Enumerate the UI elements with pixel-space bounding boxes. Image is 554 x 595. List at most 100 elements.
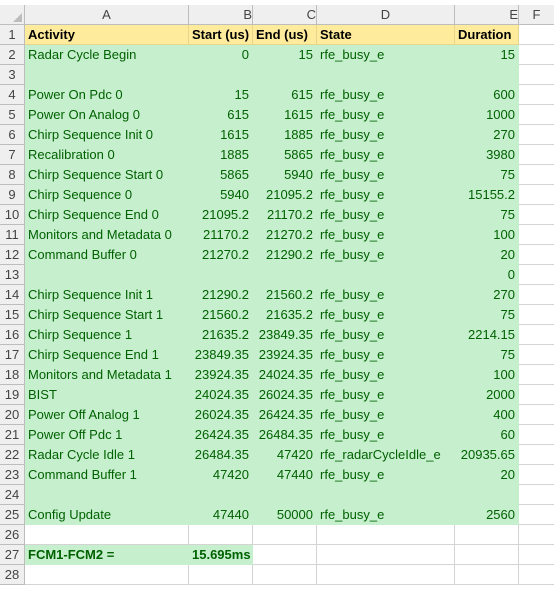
activity-cell[interactable]: Radar Cycle Idle 1 [25,445,189,465]
activity-cell[interactable]: Command Buffer 1 [25,465,189,485]
end-cell[interactable]: 26024.35 [253,385,317,405]
row-number[interactable]: 26 [0,525,25,545]
column-header-e[interactable]: E [455,5,519,25]
row-number[interactable]: 14 [0,285,25,305]
empty-cell[interactable] [455,545,519,565]
header-activity-cell[interactable]: Activity [25,25,189,45]
activity-cell[interactable]: Chirp Sequence 1 [25,325,189,345]
row-number[interactable]: 8 [0,165,25,185]
row-number[interactable]: 15 [0,305,25,325]
duration-cell[interactable]: 2000 [455,385,519,405]
empty-cell[interactable] [519,405,554,425]
state-cell[interactable]: rfe_busy_e [317,165,455,185]
end-cell[interactable]: 1615 [253,105,317,125]
start-cell[interactable]: 5865 [189,165,253,185]
empty-cell[interactable] [519,565,554,585]
end-cell[interactable]: 21635.2 [253,305,317,325]
start-cell[interactable]: 26024.35 [189,405,253,425]
end-cell[interactable]: 21560.2 [253,285,317,305]
duration-cell[interactable]: 270 [455,285,519,305]
state-cell[interactable]: rfe_busy_e [317,125,455,145]
duration-cell[interactable]: 20 [455,465,519,485]
end-cell[interactable]: 47440 [253,465,317,485]
duration-cell[interactable]: 2560 [455,505,519,525]
row-number[interactable]: 1 [0,25,25,45]
end-cell[interactable]: 23924.35 [253,345,317,365]
start-cell[interactable]: 23924.35 [189,365,253,385]
state-cell[interactable]: rfe_busy_e [317,345,455,365]
row-number[interactable]: 17 [0,345,25,365]
activity-cell[interactable]: Chirp Sequence Start 1 [25,305,189,325]
end-cell[interactable]: 1885 [253,125,317,145]
end-cell[interactable]: 23849.35 [253,325,317,345]
row-number[interactable]: 2 [0,45,25,65]
empty-cell[interactable] [519,65,554,85]
duration-cell[interactable]: 600 [455,85,519,105]
column-header-a[interactable]: A [25,5,189,25]
state-cell[interactable]: rfe_busy_e [317,105,455,125]
empty-cell[interactable] [519,205,554,225]
activity-cell[interactable]: Power On Pdc 0 [25,85,189,105]
state-cell[interactable]: rfe_busy_e [317,145,455,165]
activity-cell[interactable]: Monitors and Metadata 0 [25,225,189,245]
start-cell[interactable]: 21560.2 [189,305,253,325]
empty-cell[interactable] [519,125,554,145]
end-cell[interactable]: 21290.2 [253,245,317,265]
empty-cell[interactable] [519,105,554,125]
empty-cell[interactable] [253,525,317,545]
row-number[interactable]: 28 [0,565,25,585]
activity-cell[interactable]: Power Off Pdc 1 [25,425,189,445]
row-number[interactable]: 20 [0,405,25,425]
empty-cell[interactable] [25,565,189,585]
end-cell[interactable]: 26484.35 [253,425,317,445]
state-cell[interactable]: rfe_busy_e [317,185,455,205]
activity-cell[interactable]: Command Buffer 0 [25,245,189,265]
end-cell[interactable] [253,485,317,505]
activity-cell[interactable]: Chirp Sequence Init 0 [25,125,189,145]
empty-cell[interactable] [253,565,317,585]
duration-cell[interactable]: 75 [455,345,519,365]
row-number[interactable]: 23 [0,465,25,485]
row-number[interactable]: 10 [0,205,25,225]
activity-cell[interactable]: Recalibration 0 [25,145,189,165]
duration-cell[interactable]: 20 [455,245,519,265]
row-number[interactable]: 25 [0,505,25,525]
empty-cell[interactable] [317,545,455,565]
activity-cell[interactable]: Chirp Sequence End 0 [25,205,189,225]
empty-cell[interactable] [189,525,253,545]
empty-cell[interactable] [519,345,554,365]
empty-cell[interactable] [189,565,253,585]
empty-cell[interactable] [25,525,189,545]
row-number[interactable]: 6 [0,125,25,145]
state-cell[interactable]: rfe_busy_e [317,325,455,345]
header-duration-cell[interactable]: Duration [455,25,519,45]
end-cell[interactable]: 47420 [253,445,317,465]
empty-cell[interactable] [317,565,455,585]
state-cell[interactable]: rfe_busy_e [317,225,455,245]
activity-cell[interactable] [25,65,189,85]
empty-cell[interactable] [519,545,554,565]
state-cell[interactable]: rfe_busy_e [317,385,455,405]
column-header-b[interactable]: B [189,5,253,25]
start-cell[interactable] [189,65,253,85]
column-header-c[interactable]: C [253,5,317,25]
empty-cell[interactable] [519,305,554,325]
start-cell[interactable]: 23849.35 [189,345,253,365]
duration-cell[interactable]: 2214.15 [455,325,519,345]
end-cell[interactable] [253,65,317,85]
empty-cell[interactable] [519,145,554,165]
state-cell[interactable]: rfe_busy_e [317,205,455,225]
duration-cell[interactable]: 75 [455,205,519,225]
activity-cell[interactable]: Radar Cycle Begin [25,45,189,65]
header-start-cell[interactable]: Start (us) [189,25,253,45]
end-cell[interactable]: 21170.2 [253,205,317,225]
start-cell[interactable]: 1885 [189,145,253,165]
empty-cell[interactable] [519,385,554,405]
empty-cell[interactable] [519,365,554,385]
duration-cell[interactable] [455,65,519,85]
row-number[interactable]: 19 [0,385,25,405]
end-cell[interactable]: 15 [253,45,317,65]
activity-cell[interactable] [25,485,189,505]
state-cell[interactable]: rfe_busy_e [317,305,455,325]
state-cell[interactable]: rfe_busy_e [317,405,455,425]
